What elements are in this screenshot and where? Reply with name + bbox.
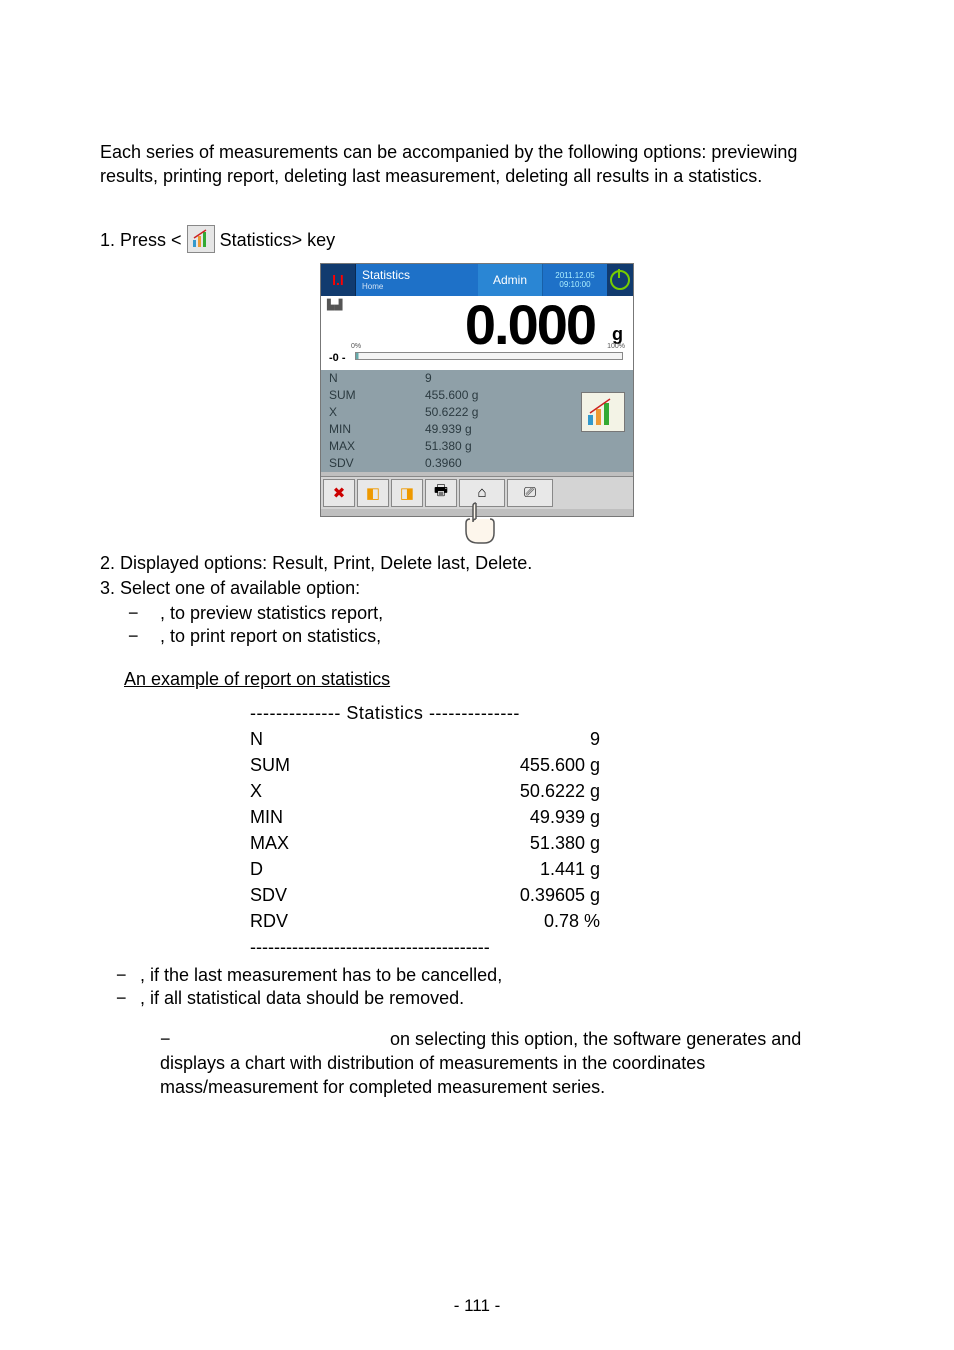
- device-time: 09:10:00: [559, 280, 590, 289]
- reading-unit: g: [612, 324, 623, 345]
- toolbar-btn-6[interactable]: ⎚: [507, 479, 553, 507]
- zero-indicator: -0 -: [329, 352, 346, 364]
- step-1: 1. Press < Statistics> key: [100, 225, 854, 253]
- bar-100-label: 100%: [607, 343, 625, 350]
- report-block: -------------- Statistics --------------…: [250, 700, 854, 961]
- device-screenshot: l.l Statistics Home Admin 2011.12.05 09:…: [320, 263, 634, 517]
- power-icon: [607, 264, 633, 296]
- report-footer: ----------------------------------------: [250, 934, 854, 960]
- toolbar-btn-3[interactable]: ◨: [391, 479, 423, 507]
- page-number: - 111 -: [0, 1296, 954, 1316]
- option-delete-last: −, if the last measurement has to be can…: [140, 965, 854, 986]
- step-2: 2. Displayed options: Result, Print, Del…: [100, 553, 854, 574]
- device-stats-table: N9 SUM455.600 g X50.6222 g MIN49.939 g M…: [321, 370, 633, 472]
- step1-text-suffix: Statistics> key: [220, 230, 336, 250]
- report-header: -------------- Statistics --------------: [250, 700, 854, 726]
- mini-chart-icon: [581, 392, 625, 432]
- stability-icon: ▙▟: [327, 300, 342, 311]
- report-title: An example of report on statistics: [124, 669, 854, 690]
- device-mode-title: Statistics: [362, 268, 478, 282]
- statistics-key-icon: [187, 225, 215, 253]
- intro-paragraph: Each series of measurements can be accom…: [100, 140, 854, 189]
- toolbar-btn-1[interactable]: ✖: [323, 479, 355, 507]
- step-3: 3. Select one of available option:: [100, 578, 854, 599]
- reading-value: 0.000: [465, 292, 595, 357]
- pointer-hand-icon: [450, 501, 504, 549]
- device-date: 2011.12.05: [555, 271, 594, 280]
- device-home-label: Home: [362, 282, 478, 291]
- device-logo-icon: l.l: [321, 264, 356, 296]
- step1-text-prefix: 1. Press <: [100, 230, 182, 250]
- option-preview: −, to preview statistics report,: [160, 603, 854, 624]
- option-print: −, to print report on statistics,: [160, 626, 854, 647]
- bargraph: [355, 352, 623, 360]
- option-delete-all: −, if all statistical data should be rem…: [140, 988, 854, 1009]
- bar-0-label: 0%: [351, 343, 361, 350]
- option-chart: − on selecting this option, the software…: [160, 1027, 854, 1100]
- toolbar-btn-2[interactable]: ◧: [357, 479, 389, 507]
